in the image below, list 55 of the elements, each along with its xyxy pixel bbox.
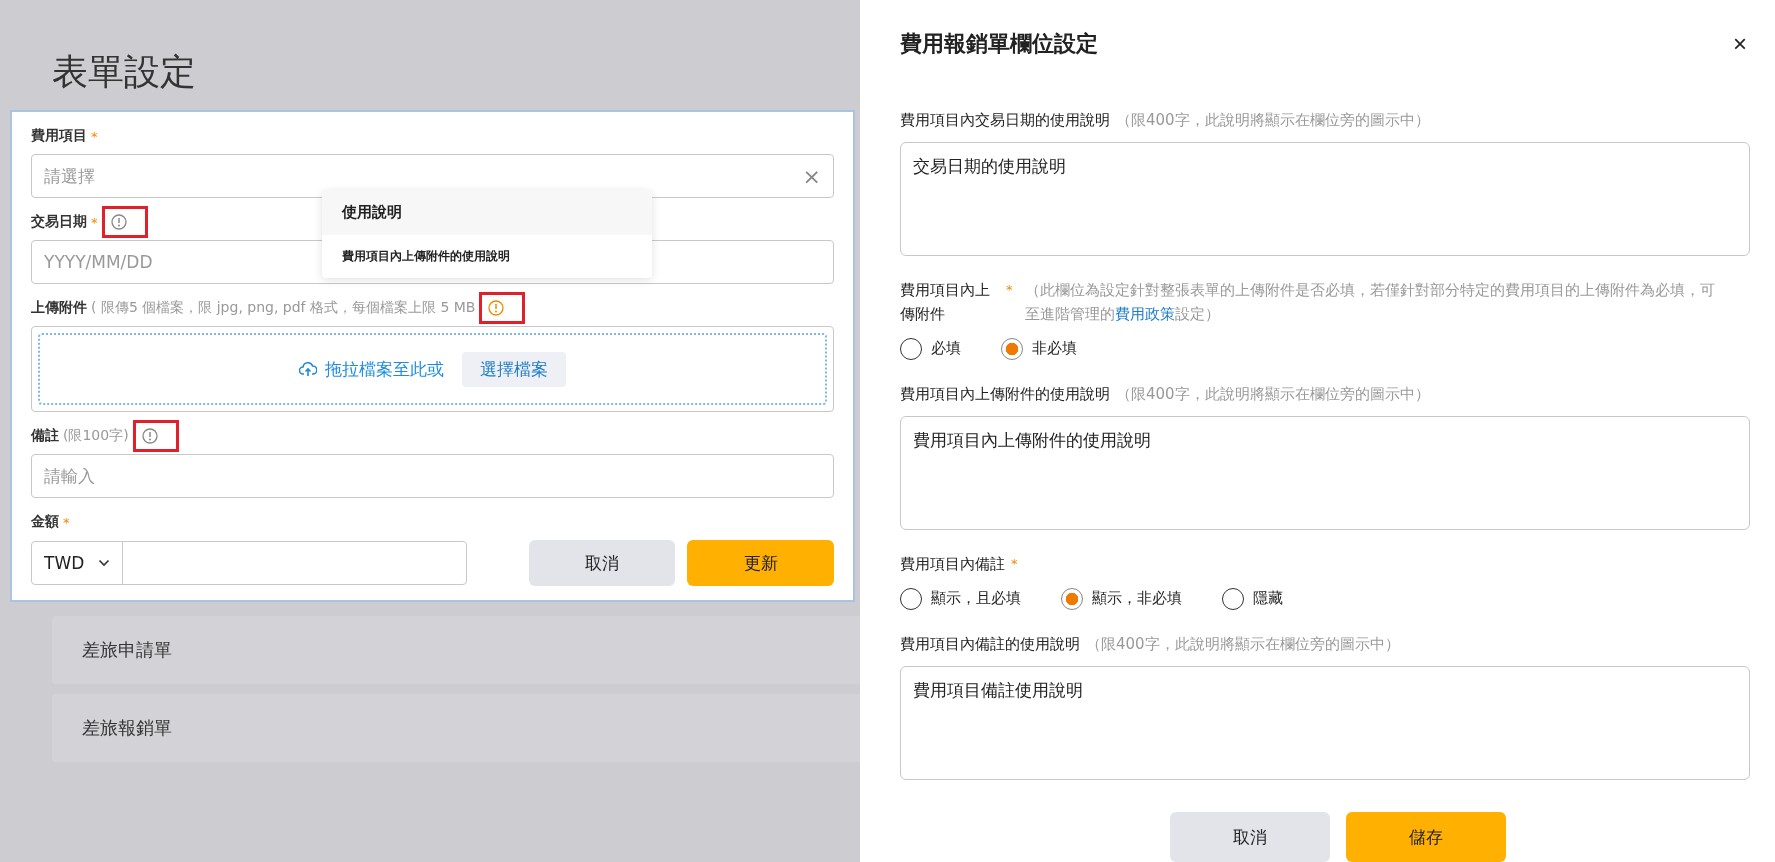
field-label: 金額 bbox=[31, 513, 59, 531]
field-label: 交易日期 bbox=[31, 213, 87, 231]
clear-icon[interactable]: × bbox=[802, 163, 821, 189]
required-mark: * bbox=[1011, 554, 1018, 573]
tooltip-text: 費用項目內上傳附件的使用說明 bbox=[341, 248, 511, 265]
radio-button[interactable] bbox=[1061, 587, 1083, 610]
radio-option[interactable]: 顯示，非必填 bbox=[1061, 587, 1182, 610]
save-button[interactable]: 儲存 bbox=[1345, 812, 1506, 862]
textarea-field[interactable]: 費用項目內上傳附件的使用說明 bbox=[900, 415, 1750, 530]
info-icon[interactable] bbox=[141, 428, 158, 444]
drawer-title: 費用報銷單欄位設定 bbox=[900, 29, 1098, 58]
policy-link[interactable]: 費用政策 bbox=[1114, 304, 1175, 323]
field-label: 費用項目內備註的使用說明 bbox=[900, 633, 1080, 655]
field-hint: (限100字) bbox=[63, 427, 129, 445]
choose-file-button[interactable]: 選擇檔案 bbox=[462, 351, 566, 387]
field-label: 費用項目內上傳附件的使用說明 bbox=[900, 383, 1110, 405]
drop-text: 拖拉檔案至此或 bbox=[325, 357, 444, 381]
tooltip-title: 使用說明 bbox=[322, 190, 652, 235]
radio-option[interactable]: 必填 bbox=[900, 337, 961, 360]
field-hint: （限400字，此說明將顯示在欄位旁的圖示中） bbox=[1116, 383, 1430, 405]
upload-area[interactable]: 拖拉檔案至此或 選擇檔案 bbox=[31, 326, 834, 412]
required-mark: * bbox=[63, 514, 70, 530]
info-icon[interactable] bbox=[110, 214, 127, 230]
field-label: 費用項目內上傳附件 bbox=[900, 279, 991, 325]
required-mark: * bbox=[91, 214, 98, 230]
chevron-down-icon bbox=[98, 559, 111, 567]
field-label: 費用項目 bbox=[31, 127, 87, 145]
radio-option[interactable]: 隱藏 bbox=[1222, 587, 1283, 610]
radio-option[interactable]: 非必填 bbox=[1001, 337, 1077, 360]
field-hint: （此欄位為設定針對整張表單的上傳附件是否必填，若僅針對部分特定的費用項目的上傳附件為必填，可至進階管理的費用政策設定） bbox=[1024, 279, 1716, 325]
close-button[interactable]: × bbox=[1729, 29, 1751, 58]
form-list-item[interactable]: 差旅申請單 bbox=[52, 616, 860, 684]
amount-field[interactable]: TWD bbox=[31, 541, 467, 585]
cancel-button[interactable]: 取消 bbox=[528, 540, 676, 586]
field-label: 上傳附件 bbox=[31, 299, 87, 317]
required-mark: * bbox=[1006, 280, 1013, 299]
field-label: 備註 bbox=[31, 427, 59, 445]
currency-select[interactable]: TWD bbox=[32, 542, 124, 584]
field-hint: （限400字，此說明將顯示在欄位旁的圖示中） bbox=[1086, 633, 1400, 655]
radio-button[interactable] bbox=[1001, 337, 1023, 360]
textarea-field[interactable]: 費用項目備註使用說明 bbox=[900, 665, 1750, 780]
field-hint: ( 限傳5 個檔案，限 jpg, png, pdf 格式，每個檔案上限 5 MB bbox=[91, 299, 476, 317]
input-field[interactable]: 請輸入 bbox=[31, 454, 834, 498]
form-list-item[interactable]: 差旅報銷單 bbox=[52, 694, 860, 762]
field-hint: （限400字，此說明將顯示在欄位旁的圖示中） bbox=[1116, 109, 1430, 131]
page-title: 表單設定 bbox=[51, 50, 197, 94]
required-mark: * bbox=[91, 128, 98, 144]
cloud-upload-icon bbox=[299, 361, 317, 377]
textarea-field[interactable]: 交易日期的使用說明 bbox=[900, 141, 1750, 256]
update-button[interactable]: 更新 bbox=[687, 540, 834, 586]
cancel-button[interactable]: 取消 bbox=[1169, 812, 1330, 862]
radio-option[interactable]: 顯示，且必填 bbox=[900, 587, 1021, 610]
field-label: 費用項目內交易日期的使用說明 bbox=[900, 109, 1110, 131]
field-label: 費用項目內備註 bbox=[900, 553, 1005, 575]
info-icon[interactable] bbox=[488, 300, 505, 316]
